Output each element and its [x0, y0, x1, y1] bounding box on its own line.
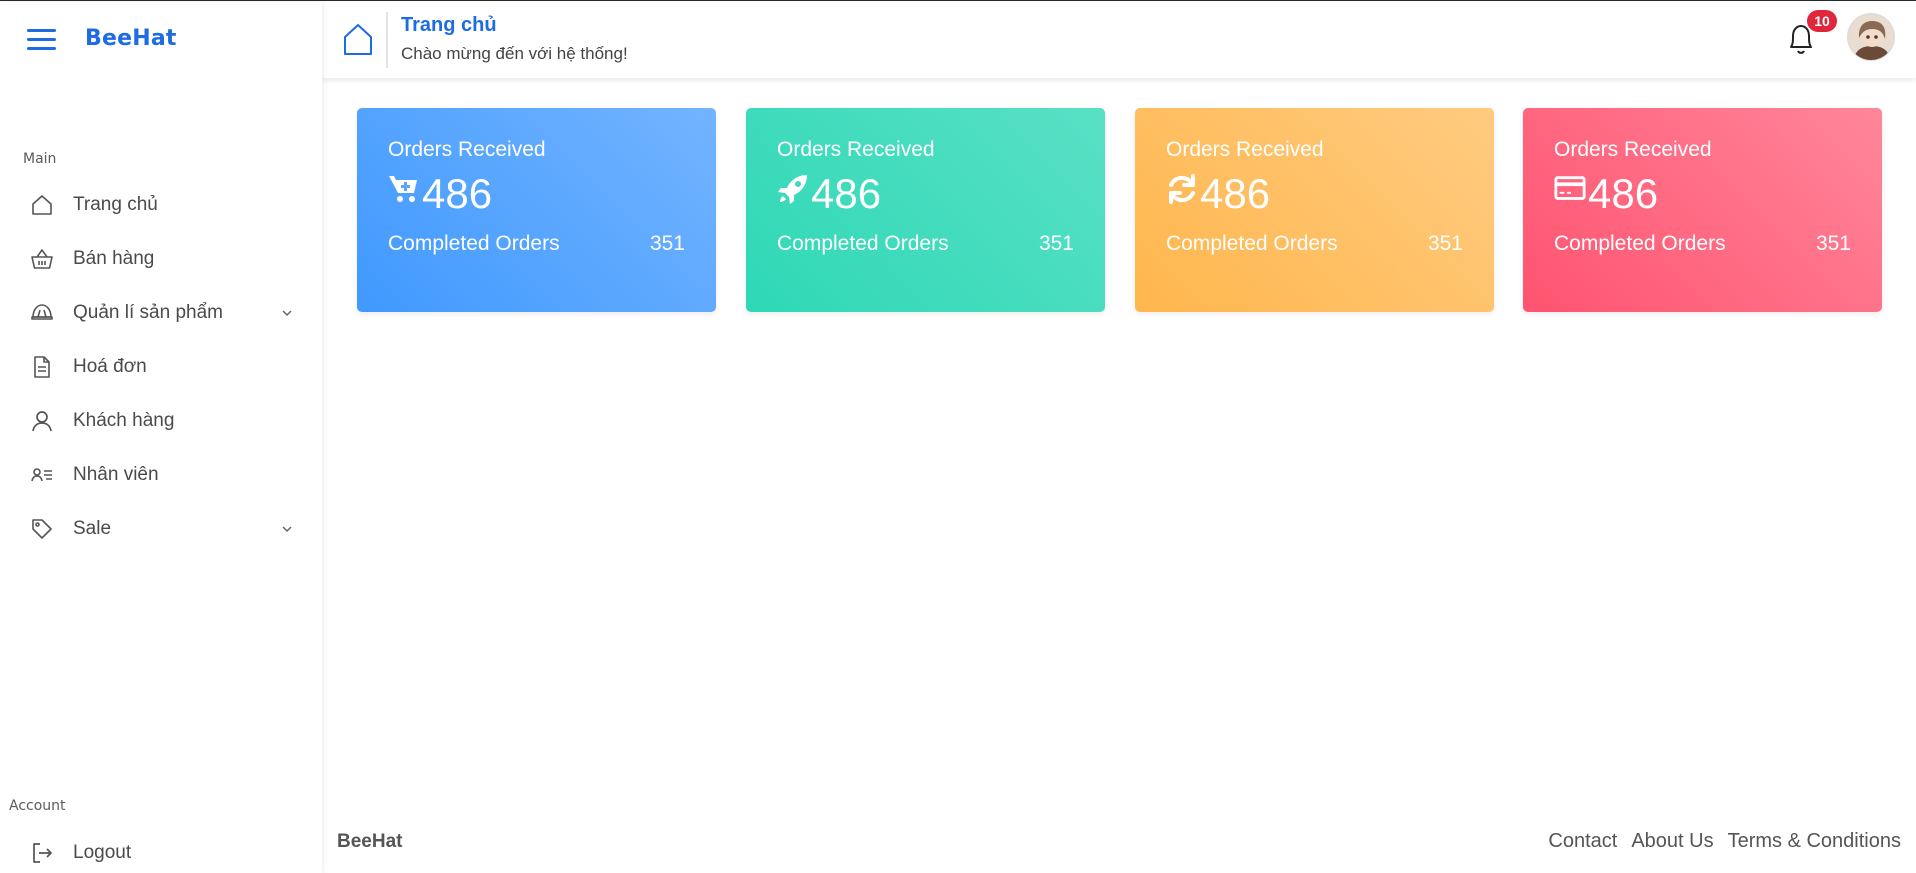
notification-count-badge: 10	[1807, 10, 1837, 32]
home-icon	[20, 183, 64, 227]
sidebar-item-khach-hang[interactable]: Khách hàng	[20, 399, 302, 443]
sidebar: BeeHat Main Trang chủ Bán hàng Quản lí s…	[0, 2, 322, 873]
sidebar-item-label: Quản lí sản phẩm	[73, 302, 223, 323]
cart-plus-icon	[389, 176, 417, 202]
brand-logo-text[interactable]: BeeHat	[85, 26, 177, 51]
card-title: Orders Received	[1554, 138, 1712, 161]
section-label-account: Account	[9, 798, 66, 814]
card-footer-label: Completed Orders	[777, 232, 949, 255]
sidebar-item-label: Bán hàng	[73, 248, 155, 269]
stat-card-orders: Orders Received 486 Completed Orders 351	[357, 108, 716, 312]
stat-card-orders: Orders Received 486 Completed Orders 351	[1135, 108, 1494, 312]
sidebar-item-hoa-don[interactable]: Hoá đơn	[20, 345, 302, 389]
chevron-down-icon	[282, 310, 292, 317]
footer-link-terms[interactable]: Terms & Conditions	[1728, 830, 1901, 853]
footer-brand: BeeHat	[337, 831, 403, 852]
card-value: 486	[1588, 170, 1659, 217]
credit-card-icon	[1554, 176, 1586, 200]
user-avatar[interactable]	[1847, 13, 1895, 61]
footer-link-contact[interactable]: Contact	[1548, 830, 1617, 853]
header-divider	[386, 12, 388, 68]
card-title: Orders Received	[388, 138, 546, 161]
stat-card-orders: Orders Received 486 Completed Orders 351	[746, 108, 1105, 312]
card-footer-value: 351	[1427, 232, 1463, 255]
helmet-icon	[20, 291, 64, 335]
sidebar-item-label: Hoá đơn	[73, 356, 147, 377]
tag-icon	[20, 507, 64, 551]
stat-card-orders: Orders Received 486 Completed Orders 351	[1523, 108, 1882, 312]
rocket-icon	[778, 175, 807, 204]
sidebar-item-label: Khách hàng	[73, 410, 175, 431]
logout-button[interactable]: Logout	[20, 831, 302, 873]
card-footer-label: Completed Orders	[1166, 232, 1338, 255]
card-value: 486	[422, 170, 493, 217]
sidebar-item-label: Trang chủ	[73, 194, 158, 215]
chevron-down-icon	[282, 526, 292, 533]
card-footer-label: Completed Orders	[1554, 232, 1726, 255]
card-footer-value: 351	[1038, 232, 1074, 255]
sidebar-item-nhan-vien[interactable]: Nhân viên	[20, 453, 302, 497]
card-title: Orders Received	[777, 138, 935, 161]
top-header: Trang chủ Chào mừng đến với hệ thống! 10	[322, 2, 1916, 78]
sidebar-item-ban-hang[interactable]: Bán hàng	[20, 237, 302, 281]
sidebar-item-trang-chu[interactable]: Trang chủ	[20, 183, 302, 227]
card-value: 486	[811, 170, 882, 217]
section-label-main: Main	[23, 151, 57, 167]
logout-label: Logout	[73, 842, 132, 863]
basket-icon	[20, 237, 64, 281]
sidebar-item-sale[interactable]: Sale	[20, 507, 302, 551]
footer-links: Contact About Us Terms & Conditions	[1548, 830, 1901, 853]
logout-icon	[20, 831, 64, 873]
card-footer-label: Completed Orders	[388, 232, 560, 255]
sidebar-item-label: Sale	[73, 518, 112, 539]
sidebar-item-quan-li-san-pham[interactable]: Quản lí sản phẩm	[20, 291, 302, 335]
card-footer-value: 351	[1815, 232, 1851, 255]
user-list-icon	[20, 453, 64, 497]
card-footer-value: 351	[649, 232, 685, 255]
sidebar-item-label: Nhân viên	[73, 464, 159, 485]
sidebar-brand-row: BeeHat	[0, 2, 322, 78]
page-title: Trang chủ	[401, 14, 497, 36]
document-icon	[20, 345, 64, 389]
home-icon[interactable]	[342, 22, 374, 56]
user-icon	[20, 399, 64, 443]
refresh-icon	[1169, 174, 1195, 204]
card-title: Orders Received	[1166, 138, 1324, 161]
card-value: 486	[1200, 170, 1271, 217]
page-subtitle: Chào mừng đến với hệ thống!	[401, 44, 628, 63]
footer-link-about-us[interactable]: About Us	[1631, 830, 1713, 853]
menu-toggle-icon[interactable]	[27, 29, 56, 51]
